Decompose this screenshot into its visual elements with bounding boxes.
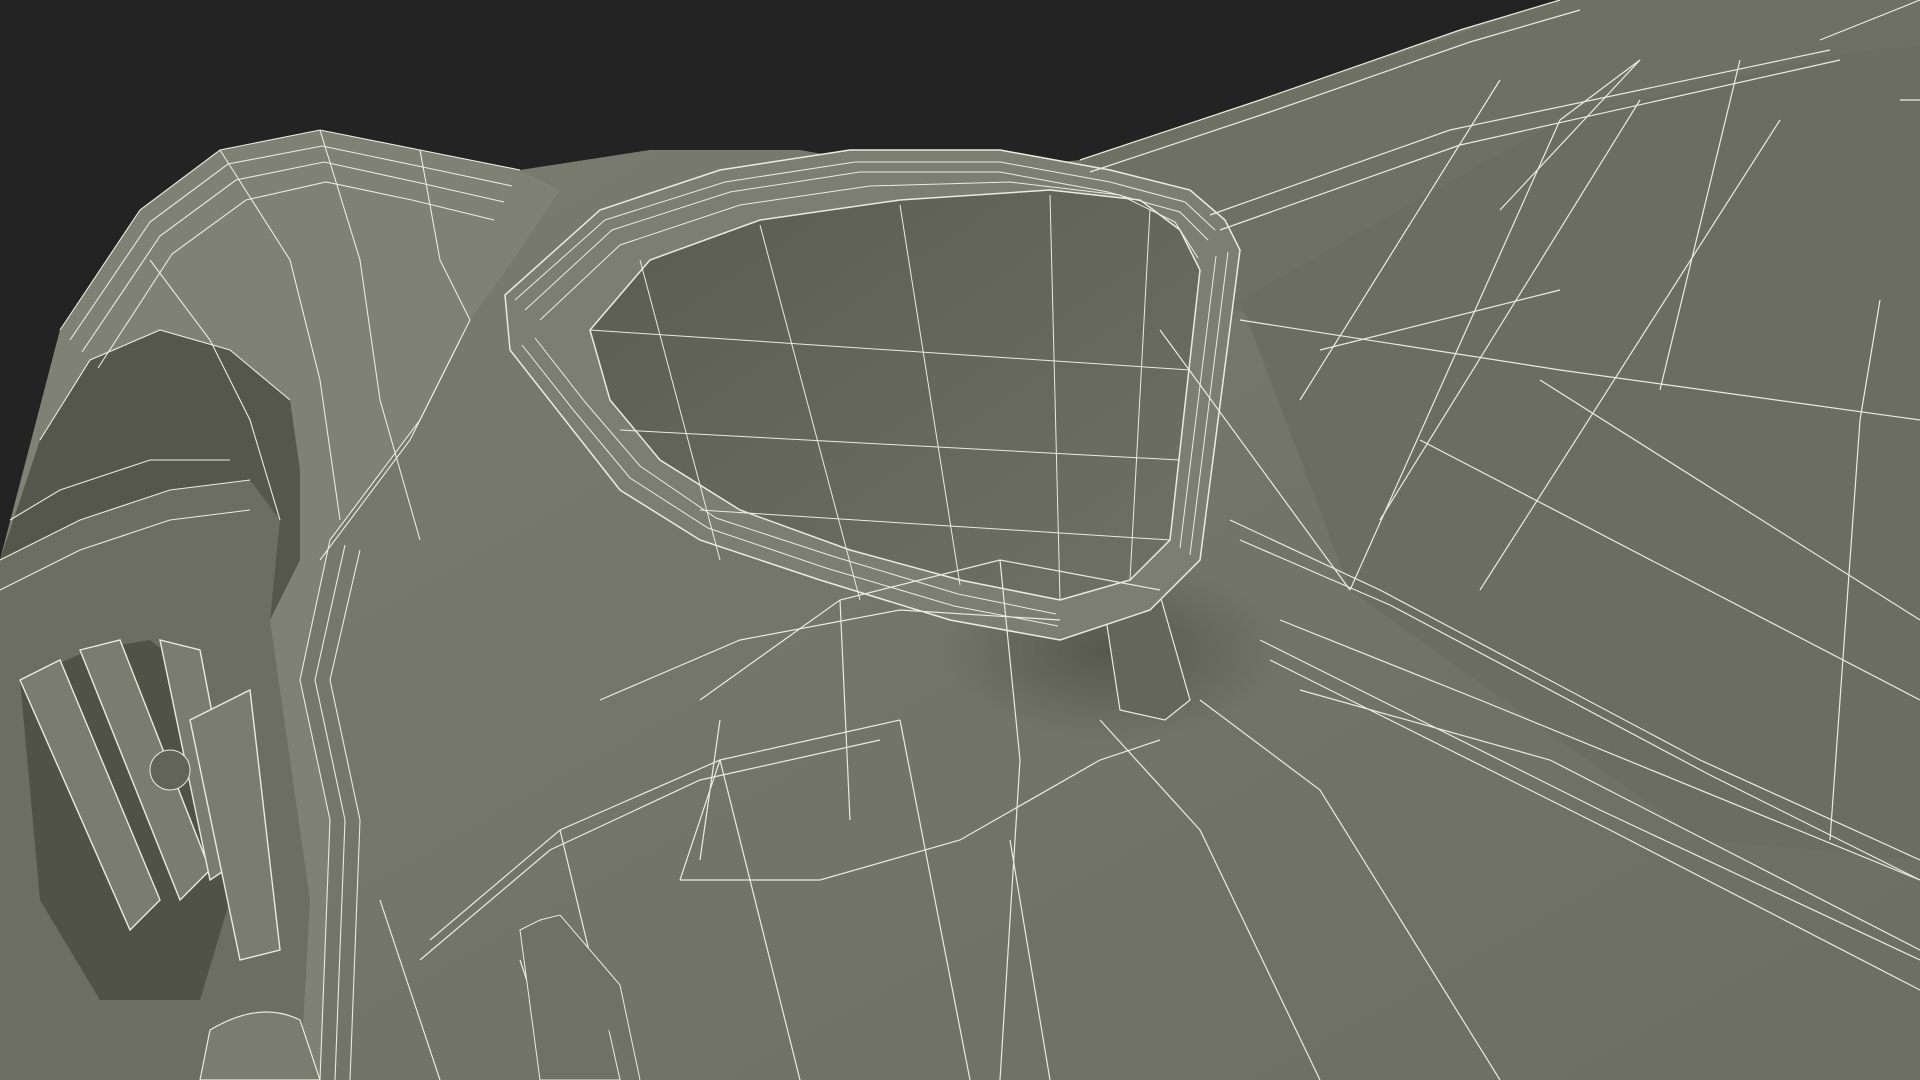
wireframe-render xyxy=(0,0,1920,1080)
3d-viewport[interactable] xyxy=(0,0,1920,1080)
wheel-rim xyxy=(0,480,321,1080)
